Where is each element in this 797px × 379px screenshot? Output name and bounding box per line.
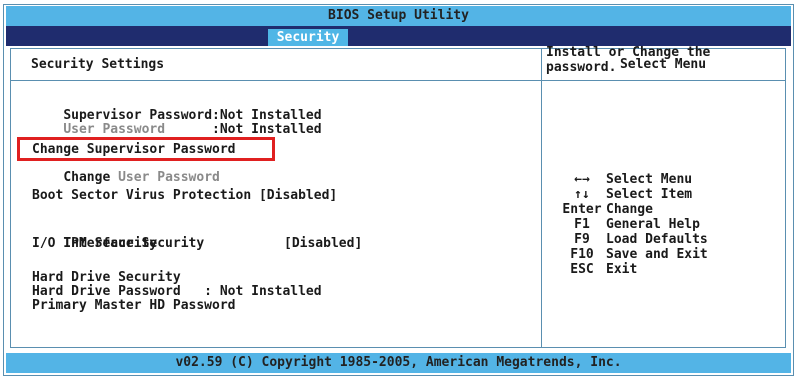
window-title: BIOS Setup Utility — [328, 8, 469, 23]
key-desc: Exit — [606, 262, 638, 277]
tab-bar: Security — [6, 26, 791, 46]
tab-security[interactable]: Security — [268, 29, 348, 46]
key-desc: Select Menu — [606, 172, 693, 187]
key-desc: Select Item — [606, 187, 693, 202]
key-row: Enter Change — [558, 202, 708, 217]
user-password-value: :Not Installed — [212, 122, 322, 137]
key-desc: Change — [606, 202, 653, 217]
key-desc: Load Defaults — [606, 232, 708, 247]
tpm-security-value: [Disabled] — [284, 236, 363, 251]
primary-master-hd-password[interactable]: Primary Master HD Password — [32, 299, 236, 313]
user-password-label: User Password — [63, 122, 166, 137]
title-bar: BIOS Setup Utility — [6, 6, 791, 26]
key-row: ←→ Select Menu — [558, 172, 708, 187]
help-text: Install or Change the password. — [546, 45, 711, 75]
key-row: F1 General Help — [558, 217, 708, 232]
change-user-label-bold: Change — [63, 170, 111, 185]
hard-drive-security[interactable]: Hard Drive Security — [32, 271, 181, 285]
change-user-label-rest: User Password — [110, 170, 220, 185]
key-enter: Enter — [562, 202, 602, 217]
boot-sector-virus-protection[interactable]: Boot Sector Virus Protection [Disabled] — [32, 189, 337, 203]
left-pane-header: Security Settings — [11, 49, 541, 81]
key-f9: F9 — [574, 232, 590, 247]
key-row: ↑↓ Select Item — [558, 187, 708, 202]
io-interface-security[interactable]: I/O Interface Security — [32, 237, 204, 251]
supervisor-password-value: :Not Installed — [212, 108, 322, 123]
key-esc: ESC — [570, 262, 594, 277]
hard-drive-password: Hard Drive Password : Not Installed — [32, 284, 322, 299]
key-legend: ←→ Select Menu ↑↓ Select Item Enter Change … — [558, 172, 708, 277]
key-desc: General Help — [606, 217, 700, 232]
key-arrows-ud: ↑↓ — [574, 187, 590, 202]
change-supervisor-password[interactable]: Change Supervisor Password — [32, 143, 236, 157]
key-row: F10 Save and Exit — [558, 247, 708, 262]
key-desc: Save and Exit — [606, 247, 708, 262]
key-row: ESC Exit — [558, 262, 708, 277]
key-row: F9 Load Defaults — [558, 232, 708, 247]
key-f1: F1 — [574, 217, 590, 232]
key-arrows-lr: ←→ — [574, 172, 590, 187]
footer-bar: v02.59 (C) Copyright 1985-2005, American… — [6, 353, 791, 373]
key-f10: F10 — [570, 247, 594, 262]
copyright-text: v02.59 (C) Copyright 1985-2005, American… — [175, 355, 622, 370]
pane-divider — [541, 49, 542, 347]
